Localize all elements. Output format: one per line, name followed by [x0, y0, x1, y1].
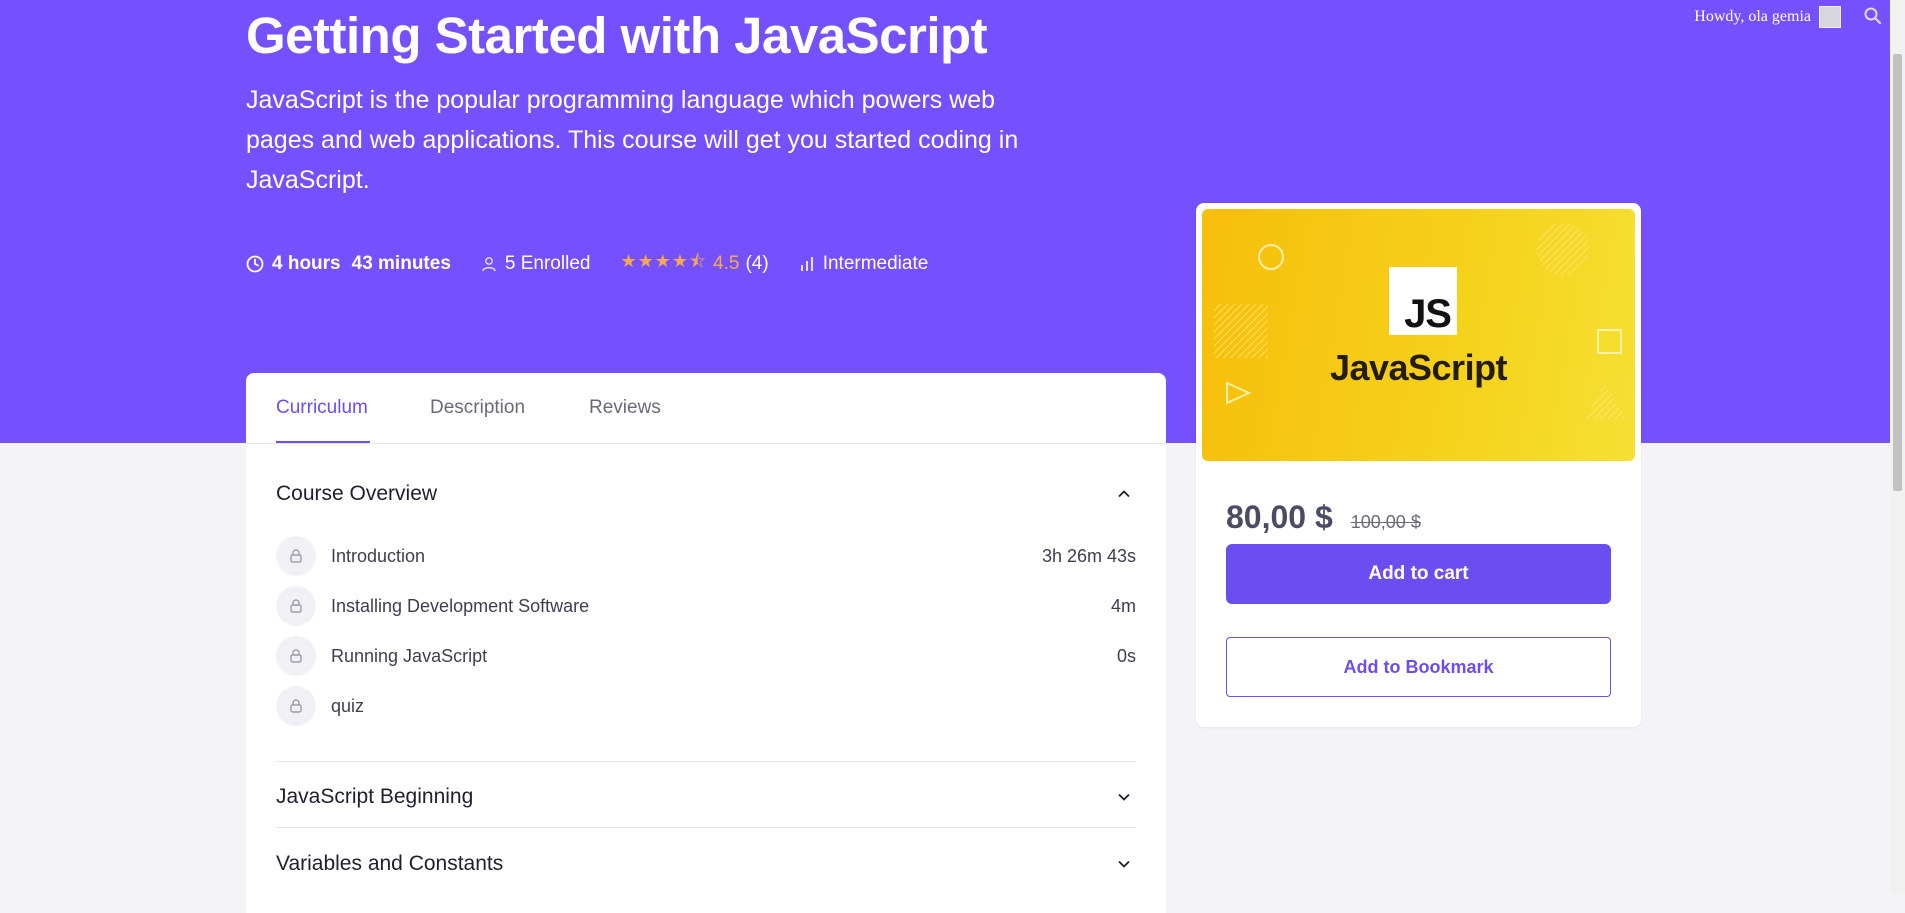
js-logo-text: JS [1404, 292, 1452, 336]
lesson-item[interactable]: Introduction 3h 26m 43s [276, 536, 1136, 576]
level-bars-icon [800, 257, 813, 271]
chevron-up-icon[interactable] [1116, 486, 1132, 502]
lesson-duration: 3h 26m 43s [1041, 545, 1136, 566]
course-description: JavaScript is the popular programming la… [246, 86, 1019, 194]
tab-reviews[interactable]: Reviews [589, 397, 661, 419]
course-meta: 4 hours 43 minutes 5 Enrolled ★★★★⯪ 4.5 … [246, 251, 958, 277]
scrollbar[interactable] [1890, 0, 1905, 894]
lesson-title: quiz [331, 695, 365, 716]
original-price: 100,00 $ [1350, 512, 1421, 532]
rating-value: 4.5 [713, 253, 740, 274]
lesson-duration: 4m [1110, 595, 1136, 616]
scrollbar-thumb[interactable] [1893, 54, 1902, 491]
lesson-title: Running JavaScript [331, 645, 488, 666]
chevron-down-icon[interactable] [1116, 856, 1132, 872]
section-divider [276, 761, 1136, 762]
user-greeting[interactable]: Howdy, ola gemia [1694, 6, 1841, 28]
chevron-down-icon[interactable] [1116, 789, 1132, 805]
lock-icon [276, 636, 316, 676]
thumbnail-title: JavaScript [1329, 347, 1508, 388]
rating-stars-icon: ★★★★⯪ [620, 251, 708, 271]
add-to-cart-button[interactable]: Add to cart [1226, 544, 1611, 604]
add-to-bookmark-button[interactable]: Add to Bookmark [1226, 637, 1611, 697]
lesson-item[interactable]: Installing Development Software 4m [276, 586, 1136, 626]
rating-count: (4) [745, 253, 769, 274]
section-variables-and-constants[interactable]: Variables and Constants [276, 849, 1136, 879]
lock-icon [276, 686, 316, 726]
duration-minutes: 43 minutes [351, 253, 451, 274]
course-tabs: Curriculum Description Reviews [246, 373, 1166, 444]
course-thumbnail: JS JavaScript [1202, 209, 1635, 461]
section-title: Variables and Constants [276, 852, 504, 875]
course-level: Intermediate [799, 253, 929, 275]
greeting-text: Howdy, ola gemia [1694, 8, 1811, 25]
tab-curriculum[interactable]: Curriculum [276, 397, 368, 419]
search-icon[interactable] [1863, 6, 1883, 31]
lesson-item[interactable]: quiz [276, 686, 1136, 726]
section-title: Course Overview [276, 482, 438, 505]
js-logo: JS [1389, 267, 1457, 336]
course-rating: ★★★★⯪ 4.5 (4) [620, 249, 768, 279]
user-icon [482, 257, 496, 272]
purchase-card: JS JavaScript 80,00 $ 100,00 $ Add to ca… [1196, 203, 1641, 727]
lesson-duration: 0s [1116, 645, 1136, 666]
clock-icon [246, 255, 264, 273]
tab-description[interactable]: Description [430, 397, 525, 419]
lock-icon [276, 536, 316, 576]
section-divider [276, 827, 1136, 828]
section-javascript-beginning[interactable]: JavaScript Beginning [276, 782, 1136, 812]
course-content-card: Curriculum Description Reviews Course Ov… [246, 373, 1166, 913]
enrolled-count: 5 Enrolled [504, 253, 591, 274]
course-title: Getting Started with JavaScript [246, 7, 988, 64]
active-tab-indicator [276, 441, 370, 443]
section-course-overview[interactable]: Course Overview [276, 479, 1136, 509]
lesson-item[interactable]: Running JavaScript 0s [276, 636, 1136, 676]
level-label: Intermediate [822, 253, 929, 274]
course-duration: 4 hours 43 minutes [246, 253, 451, 275]
section-title: JavaScript Beginning [276, 785, 474, 808]
avatar[interactable] [1819, 6, 1841, 28]
price-row: 80,00 $ 100,00 $ [1226, 499, 1421, 536]
lock-icon [276, 586, 316, 626]
lesson-title: Introduction [331, 545, 426, 566]
course-enrolled: 5 Enrolled [481, 253, 591, 275]
current-price: 80,00 $ [1226, 499, 1333, 535]
lesson-title: Installing Development Software [331, 595, 590, 616]
duration-hours: 4 hours [272, 253, 341, 274]
